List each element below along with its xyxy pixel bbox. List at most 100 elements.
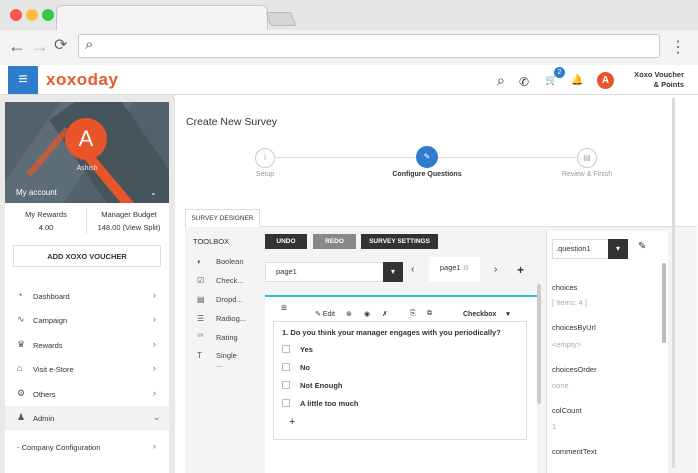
my-rewards: My Rewards 4.00	[10, 210, 82, 232]
forward-icon[interactable]: →	[31, 37, 49, 55]
new-tab-button[interactable]	[265, 12, 297, 26]
header-user-line1: Xoxo Voucher	[634, 70, 684, 79]
chevron-down-icon[interactable]: ▾	[608, 239, 628, 259]
tab-page1[interactable]: page1 ⚙	[429, 257, 480, 282]
view-split-link[interactable]: (View Split)	[123, 223, 161, 232]
xoxoday-logo[interactable]: xoxoday	[46, 70, 118, 90]
gear-icon[interactable]: ⚙	[463, 265, 469, 272]
checkbox[interactable]	[282, 363, 290, 371]
maximize-window-dot[interactable]	[42, 9, 54, 21]
checkbox[interactable]	[282, 381, 290, 389]
add-choice-icon[interactable]: +	[289, 416, 295, 428]
bell-icon[interactable]: 🔔	[571, 75, 583, 86]
chevron-right-icon: ›	[153, 441, 156, 451]
checkbox-icon: ☑	[197, 276, 205, 285]
sidebar-item-company-configuration[interactable]: - Company Configuration ›	[5, 435, 169, 459]
undo-button[interactable]: UNDO	[265, 234, 307, 249]
text-icon: T	[197, 351, 202, 360]
header-avatar[interactable]: A	[597, 72, 614, 89]
manager-budget-value: 148.00	[97, 223, 121, 232]
sidebar-item-label: Dashboard	[33, 292, 70, 301]
profile-name: Ashish	[76, 165, 98, 172]
page-title: Create New Survey	[186, 116, 278, 128]
radiogroup-icon: ☰	[197, 314, 205, 323]
header-user-label[interactable]: Xoxo Voucher & Points	[620, 70, 684, 90]
sidebar-item-admin[interactable]: ♟ Admin ⌄	[5, 406, 169, 430]
eye-icon[interactable]: ◉	[364, 310, 370, 318]
sidebar-item-dashboard[interactable]: ◔ Dashboard ›	[5, 284, 169, 308]
boolean-icon: ◐	[197, 257, 202, 266]
trophy-icon: ♛	[17, 339, 26, 349]
back-icon[interactable]: ←	[8, 37, 26, 55]
survey-settings-button[interactable]: SURVEY SETTINGS	[361, 234, 438, 249]
property-panel	[546, 231, 668, 473]
edit-button[interactable]: ✎ Edit	[315, 310, 335, 318]
address-bar[interactable]: ⌕	[78, 34, 660, 58]
property-scrollbar[interactable]	[662, 263, 666, 343]
pencil-icon[interactable]: ✎	[638, 241, 646, 252]
sidebar-item-campaign[interactable]: ∿ Campaign ›	[5, 308, 169, 332]
property-value[interactable]: none	[552, 381, 569, 390]
step-setup-icon[interactable]: i	[255, 148, 275, 168]
question-title[interactable]: 1. Do you think your manager engages wit…	[282, 328, 501, 337]
sidebar-item-visit-estore[interactable]: ⌂ Visit e-Store ›	[5, 357, 169, 381]
question-type-label: Checkbox	[463, 311, 497, 318]
others-icon: ⚙	[17, 388, 26, 398]
browser-tab[interactable]	[56, 5, 268, 30]
header-user-line2: & Points	[653, 80, 684, 89]
toolbox-title: TOOLBOX	[193, 237, 230, 246]
tab-survey-designer[interactable]: SURVEY DESIGNER	[185, 209, 260, 227]
toolbox-item-label: Boolean	[216, 257, 244, 266]
chevron-down-icon[interactable]: ⌄	[150, 188, 157, 197]
question-type-select[interactable]: Checkbox ▾	[463, 310, 510, 318]
sidebar-item-label: - Company Configuration	[17, 443, 101, 452]
my-rewards-label: My Rewards	[25, 210, 67, 219]
choice-label: Yes	[300, 345, 313, 354]
my-account-label[interactable]: My account	[16, 188, 57, 197]
choice-label: No	[300, 363, 310, 372]
step-review-icon[interactable]: ▤	[577, 148, 597, 168]
toolbox-item-label: Radiog...	[216, 314, 247, 323]
chevron-down-icon[interactable]: ▾	[383, 262, 403, 282]
sidebar-item-rewards[interactable]: ♛ Rewards ›	[5, 333, 169, 357]
add-voucher-button[interactable]: ADD XOXO VOUCHER	[13, 245, 161, 267]
choice-label: A little too much	[300, 399, 359, 408]
property-value[interactable]: 1	[552, 422, 556, 431]
close-window-dot[interactable]	[10, 9, 22, 21]
step-configure-label: Configure Questions	[392, 171, 462, 178]
delete-question-icon[interactable]: ⊗	[346, 310, 352, 318]
hamburger-menu-button[interactable]: ≡	[8, 66, 38, 94]
sidebar-item-others[interactable]: ⚙ Others ›	[5, 382, 169, 406]
next-page-icon[interactable]: ›	[494, 264, 497, 275]
checkbox[interactable]	[282, 399, 290, 407]
minimize-window-dot[interactable]	[26, 9, 38, 21]
property-name: commentText	[552, 447, 597, 456]
redo-button[interactable]: REDO	[313, 234, 356, 249]
property-name: colCount	[552, 406, 582, 415]
required-toggle-icon[interactable]: ✗	[382, 310, 388, 318]
toolbox-item-label: Rating	[216, 333, 238, 342]
step-configure-icon[interactable]: ✎	[416, 146, 438, 168]
profile-avatar[interactable]: A	[65, 118, 107, 160]
property-value[interactable]: [ Items: 4 ]	[552, 298, 587, 307]
property-value[interactable]: <empty>	[552, 340, 581, 349]
copy-icon[interactable]: ⎘	[410, 310, 416, 318]
prev-page-icon[interactable]: ‹	[411, 264, 414, 275]
reload-icon[interactable]: ⟳	[54, 37, 67, 55]
sidebar-item-label: Campaign	[33, 316, 68, 325]
add-to-toolbox-icon[interactable]: ⧉	[427, 310, 432, 318]
drag-handle-icon[interactable]: ≡	[281, 303, 287, 314]
sidebar-item-label: Others	[33, 390, 56, 399]
cart-count-badge: 2	[554, 67, 565, 78]
add-page-icon[interactable]: +	[517, 263, 524, 277]
canvas-scrollbar[interactable]	[537, 284, 541, 404]
browser-menu-icon[interactable]: ⋮	[670, 37, 686, 57]
checkbox[interactable]	[282, 345, 290, 353]
choice-label: Not Enough	[300, 381, 343, 390]
chevron-right-icon: ›	[153, 314, 156, 324]
phone-icon[interactable]: ✆	[519, 75, 529, 89]
page-scrollbar[interactable]	[672, 98, 675, 468]
search-icon: ⌕	[85, 36, 94, 53]
search-icon[interactable]: ⌕	[497, 72, 505, 89]
store-icon: ⌂	[17, 363, 23, 373]
